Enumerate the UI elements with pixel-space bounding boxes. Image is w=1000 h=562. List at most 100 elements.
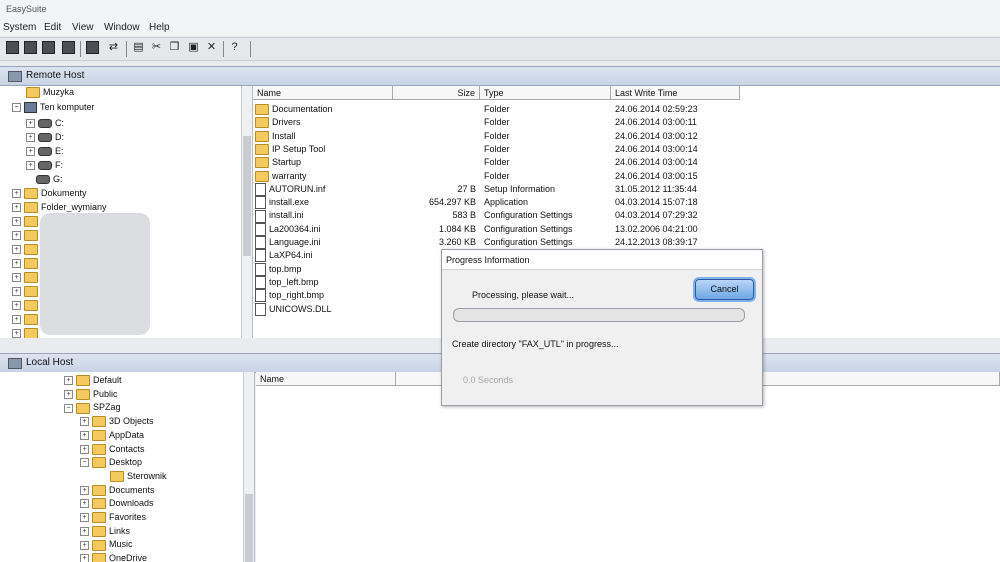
expand-icon[interactable]: +: [12, 231, 21, 241]
tree-item[interactable]: +: [12, 215, 41, 228]
tree-item[interactable]: − Desktop: [80, 456, 142, 469]
menu-edit[interactable]: Edit: [44, 22, 61, 33]
tree-item[interactable]: + OneDrive: [80, 552, 147, 562]
tree-item[interactable]: +: [12, 327, 41, 338]
column-header-name[interactable]: Name: [253, 86, 393, 100]
disconnect-icon[interactable]: [42, 41, 55, 54]
tree-item-drive-e[interactable]: + E:: [26, 145, 64, 158]
collapse-icon[interactable]: −: [80, 458, 89, 468]
expand-icon[interactable]: +: [64, 376, 73, 386]
properties-icon[interactable]: ▤: [132, 41, 145, 54]
tree-item[interactable]: +: [12, 271, 41, 284]
paste-icon[interactable]: ▣: [187, 41, 200, 54]
column-header-type[interactable]: Type: [480, 86, 611, 100]
expand-icon[interactable]: +: [12, 315, 21, 325]
cancel-button[interactable]: Cancel: [695, 279, 754, 300]
local-tree-scrollbar[interactable]: [243, 372, 254, 562]
tree-item[interactable]: + AppData: [80, 429, 144, 442]
expand-icon[interactable]: +: [80, 554, 89, 562]
expand-icon[interactable]: +: [64, 389, 73, 399]
tree-item[interactable]: +: [12, 257, 41, 270]
tree-item[interactable]: − SPZag: [64, 401, 121, 414]
cut-icon[interactable]: ✂: [150, 41, 163, 54]
expand-icon[interactable]: +: [80, 417, 89, 427]
tree-item-drive-c[interactable]: + C:: [26, 117, 64, 130]
expand-icon[interactable]: +: [12, 245, 21, 255]
local-folder-tree[interactable]: + Default + Public − SPZag +3D Objects + AppData…: [0, 372, 255, 562]
expand-icon[interactable]: +: [12, 301, 21, 311]
tree-item[interactable]: + Links: [80, 525, 130, 538]
tree-item[interactable]: +: [12, 313, 41, 326]
expand-icon[interactable]: +: [80, 526, 89, 536]
scrollbar-thumb[interactable]: [243, 136, 251, 256]
tree-item[interactable]: + Public: [64, 388, 118, 401]
tree-item-dokumenty[interactable]: + Dokumenty: [12, 187, 87, 200]
file-row[interactable]: Startup Folder 24.06.2014 03:00:14: [253, 156, 743, 169]
expand-icon[interactable]: +: [26, 161, 35, 171]
menu-system[interactable]: System: [3, 22, 36, 33]
tree-item[interactable]: + Contacts: [80, 443, 145, 456]
tree-item[interactable]: + Downloads: [80, 497, 154, 510]
expand-icon[interactable]: +: [80, 430, 89, 440]
expand-icon[interactable]: +: [26, 119, 35, 129]
computer-icon[interactable]: [86, 41, 99, 54]
expand-icon[interactable]: +: [12, 329, 21, 338]
tree-item[interactable]: + Default: [64, 374, 122, 387]
menu-view[interactable]: View: [72, 22, 94, 33]
help-icon[interactable]: ?: [228, 41, 241, 54]
file-row[interactable]: Language.ini 3.260 KB Configuration Settin…: [253, 236, 743, 250]
expand-icon[interactable]: +: [80, 540, 89, 550]
tree-item[interactable]: + Favorites: [80, 511, 146, 524]
column-header-name[interactable]: Name: [256, 372, 396, 386]
collapse-icon[interactable]: −: [12, 103, 21, 113]
expand-icon[interactable]: +: [80, 513, 89, 523]
file-row[interactable]: Drivers Folder 24.06.2014 03:00:11: [253, 116, 743, 129]
tree-item-ten-komputer[interactable]: − Ten komputer: [12, 101, 95, 114]
expand-icon[interactable]: +: [26, 133, 35, 143]
column-header-size[interactable]: Size: [393, 86, 480, 100]
expand-icon[interactable]: +: [12, 203, 21, 213]
delete-icon[interactable]: ✕: [205, 41, 218, 54]
tree-item-drive-g[interactable]: G:: [36, 173, 63, 186]
file-row[interactable]: Install Folder 24.06.2014 03:00:12: [253, 130, 743, 143]
tree-item-muzyka[interactable]: Muzyka: [26, 86, 74, 99]
tree-item[interactable]: + Documents: [80, 484, 155, 497]
expand-icon[interactable]: +: [80, 485, 89, 495]
scrollbar-thumb[interactable]: [245, 494, 253, 562]
expand-icon[interactable]: +: [12, 259, 21, 269]
connect-icon[interactable]: [24, 41, 37, 54]
expand-icon[interactable]: +: [80, 499, 89, 509]
connect-icon[interactable]: [6, 41, 19, 54]
tree-item-drive-f[interactable]: + F:: [26, 159, 63, 172]
expand-icon[interactable]: +: [12, 189, 21, 199]
tree-label: G:: [53, 174, 63, 184]
file-row[interactable]: La200364.ini 1.084 KB Configuration Settin…: [253, 222, 743, 236]
menu-window[interactable]: Window: [104, 22, 140, 33]
collapse-icon[interactable]: −: [64, 403, 73, 413]
file-row[interactable]: install.ini 583 B Configuration Settings 04…: [253, 209, 743, 223]
transfer-icon[interactable]: ⇄: [107, 41, 120, 54]
file-row[interactable]: AUTORUN.inf 27 B Setup Information 31.05.20…: [253, 182, 743, 196]
column-header-last-write-time[interactable]: Last Write Time: [611, 86, 740, 100]
tree-item[interactable]: +: [12, 243, 41, 256]
copy-icon[interactable]: ❐: [168, 41, 181, 54]
tree-item[interactable]: Sterownik: [110, 470, 167, 483]
expand-icon[interactable]: +: [12, 273, 21, 283]
tree-item[interactable]: +: [12, 285, 41, 298]
file-row[interactable]: install.exe 654.297 KB Application 04.03.20…: [253, 196, 743, 210]
tree-item-drive-d[interactable]: + D:: [26, 131, 64, 144]
file-row[interactable]: Documentation Folder 24.06.2014 02:59:23: [253, 103, 743, 116]
file-row[interactable]: IP Setup Tool Folder 24.06.2014 03:00:14: [253, 143, 743, 156]
expand-icon[interactable]: +: [80, 444, 89, 454]
tree-item[interactable]: +: [12, 229, 41, 242]
file-row[interactable]: warranty Folder 24.06.2014 03:00:15: [253, 170, 743, 183]
tree-item[interactable]: + Music: [80, 538, 133, 551]
expand-icon[interactable]: +: [12, 287, 21, 297]
expand-icon[interactable]: +: [26, 147, 35, 157]
menu-help[interactable]: Help: [149, 22, 170, 33]
remote-tree-scrollbar[interactable]: [241, 86, 252, 338]
expand-icon[interactable]: +: [12, 217, 21, 227]
tree-item[interactable]: +3D Objects: [80, 415, 154, 428]
tree-item[interactable]: +: [12, 299, 41, 312]
host-icon[interactable]: [62, 41, 75, 54]
